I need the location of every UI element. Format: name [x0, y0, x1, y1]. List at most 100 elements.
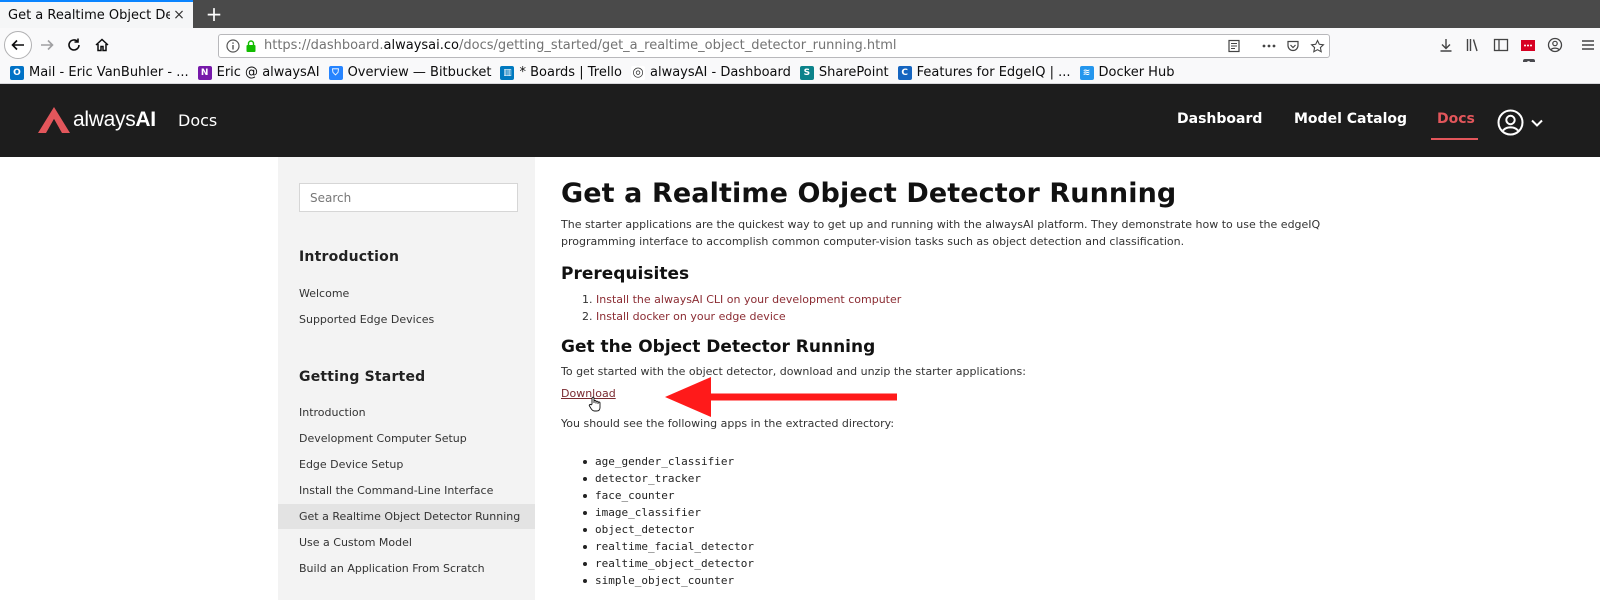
url-domain: alwaysai.co [383, 38, 459, 53]
site-header: alwaysAI Docs Dashboard Model Catalog Do… [0, 84, 1600, 157]
sidebar-item-edge-device-setup[interactable]: Edge Device Setup [278, 452, 535, 477]
page-title: Get a Realtime Object Detector Running [561, 178, 1177, 209]
app-list-item: detector_tracker [583, 470, 754, 487]
docs-content: Get a Realtime Object Detector Running T… [561, 157, 1321, 600]
account-icon[interactable] [1546, 36, 1564, 54]
app-list-item: image_classifier [583, 504, 754, 521]
prereq-item: 1. Install the alwaysAI CLI on your deve… [582, 291, 901, 308]
apps-intro: You should see the following apps in the… [561, 417, 895, 430]
reader-view-icon[interactable] [1226, 38, 1242, 54]
navigation-toolbar: https://dashboard.alwaysai.co/docs/getti… [0, 28, 1600, 70]
sidebar-item-supported-edge-devices[interactable]: Supported Edge Devices [278, 307, 535, 332]
alwaysai-logo[interactable]: alwaysAI [37, 106, 156, 134]
more-actions-icon[interactable] [1261, 38, 1277, 54]
reload-icon [68, 38, 80, 51]
tab-close-icon[interactable]: × [171, 7, 187, 23]
sharepoint-icon: S [799, 65, 814, 80]
bookmark-item[interactable]: ⛉ Overview — Bitbucket [328, 65, 492, 80]
globe-icon: ◎ [631, 65, 645, 80]
chevron-down-icon [1531, 119, 1543, 127]
home-icon [95, 38, 109, 52]
prerequisites-heading: Prerequisites [561, 264, 690, 284]
app-list-item: age_gender_classifier [583, 453, 754, 470]
back-arrow-icon [11, 39, 24, 51]
search-input[interactable] [299, 183, 518, 212]
library-icon[interactable] [1464, 36, 1482, 54]
sidebar-item-introduction[interactable]: Introduction [278, 400, 535, 425]
logo-wordmark: alwaysAI [73, 108, 156, 132]
bookmark-label: SharePoint [818, 65, 889, 80]
user-avatar-icon [1497, 109, 1524, 136]
section-heading-introduction: Introduction [299, 249, 400, 265]
app-list-item: face_counter [583, 487, 754, 504]
prereq-link-install-docker[interactable]: Install docker on your edge device [596, 310, 786, 323]
bookmark-item[interactable]: S SharePoint [799, 65, 889, 80]
bookmark-label: Mail - Eric VanBuhler - ... [29, 65, 189, 80]
bookmarks-toolbar: O Mail - Eric VanBuhler - ... N Eric @ alwa… [0, 62, 1600, 84]
back-button[interactable] [4, 31, 32, 59]
sidebar-item-build-from-scratch[interactable]: Build an Application From Scratch [278, 556, 535, 581]
app-list-item: object_detector [583, 521, 754, 538]
docs-sidebar: Introduction Welcome Supported Edge Devi… [278, 157, 535, 600]
prereq-number: 1. [582, 293, 593, 306]
screen: Get a Realtime Object Detec × + https://… [0, 0, 1600, 600]
bookmark-label: * Boards | Trello [519, 65, 622, 80]
browser-tab[interactable]: Get a Realtime Object Detec × [0, 0, 193, 28]
bookmark-label: alwaysAI - Dashboard [650, 65, 791, 80]
bookmark-item[interactable]: ▥ * Boards | Trello [500, 65, 622, 80]
sidebar-toggle-icon[interactable] [1492, 36, 1510, 54]
pocket-icon[interactable] [1285, 38, 1301, 54]
bookmark-label: Eric @ alwaysAI [216, 65, 320, 80]
bookmark-item[interactable]: C Features for EdgeIQ | ... [897, 65, 1071, 80]
nav-active-indicator [1431, 138, 1478, 140]
bookmark-star-icon[interactable] [1309, 38, 1325, 54]
hand-cursor-icon [588, 396, 601, 412]
bookmark-label: Features for EdgeIQ | ... [916, 65, 1071, 80]
nav-docs[interactable]: Docs [1437, 111, 1475, 127]
forward-arrow-icon [41, 39, 54, 51]
app-list-item: simple_object_counter [583, 572, 754, 589]
sidebar-item-realtime-object-detector[interactable]: Get a Realtime Object Detector Running [278, 504, 535, 529]
url-text[interactable]: https://dashboard.alwaysai.co/docs/getti… [264, 38, 897, 53]
url-bar[interactable]: https://dashboard.alwaysai.co/docs/getti… [218, 34, 1330, 58]
header-docs-label[interactable]: Docs [178, 111, 217, 130]
tab-strip: Get a Realtime Object Detec × + [0, 0, 1600, 28]
intro-line-2: programming interface to accomplish comm… [561, 235, 1185, 248]
sidebar-item-development-computer-setup[interactable]: Development Computer Setup [278, 426, 535, 451]
nav-dashboard[interactable]: Dashboard [1177, 111, 1262, 127]
app-list-item: realtime_facial_detector [583, 538, 754, 555]
prerequisites-list: 1. Install the alwaysAI CLI on your deve… [582, 291, 901, 325]
tab-title: Get a Realtime Object Detec [8, 7, 170, 23]
running-heading: Get the Object Detector Running [561, 337, 876, 357]
hamburger-menu-icon[interactable] [1579, 36, 1597, 54]
forward-button[interactable] [34, 32, 60, 58]
bookmark-item[interactable]: N Eric @ alwaysAI [197, 65, 320, 80]
sidebar-item-welcome[interactable]: Welcome [278, 281, 535, 306]
reload-button[interactable] [61, 32, 87, 58]
bookmark-item[interactable]: O Mail - Eric VanBuhler - ... [10, 65, 189, 80]
sidebar-item-install-cli[interactable]: Install the Command-Line Interface [278, 478, 535, 503]
extension-icon[interactable] [1519, 36, 1537, 54]
prereq-link-install-cli[interactable]: Install the alwaysAI CLI on your develop… [596, 293, 901, 306]
info-icon[interactable] [225, 38, 241, 54]
downloads-icon[interactable] [1437, 36, 1455, 54]
annotation-arrow-icon [665, 377, 897, 417]
bookmark-label: Overview — Bitbucket [347, 65, 492, 80]
trello-icon: ▥ [500, 65, 515, 80]
user-menu[interactable] [1497, 109, 1544, 136]
prereq-number: 2. [582, 310, 593, 323]
bookmark-item[interactable]: ≋ Docker Hub [1079, 65, 1175, 80]
lock-icon[interactable] [243, 38, 259, 54]
intro-line-1: The starter applications are the quickes… [561, 218, 1321, 231]
new-tab-button[interactable]: + [202, 2, 226, 26]
section-heading-getting-started: Getting Started [299, 369, 426, 385]
bookmark-label: Docker Hub [1098, 65, 1175, 80]
logo-ai: AI [135, 108, 156, 131]
outlook-icon: O [10, 65, 24, 80]
logo-always: always [73, 108, 136, 131]
nav-model-catalog[interactable]: Model Catalog [1294, 111, 1407, 127]
bookmark-item[interactable]: ◎ alwaysAI - Dashboard [631, 65, 791, 80]
sidebar-item-custom-model[interactable]: Use a Custom Model [278, 530, 535, 555]
prereq-item: 2. Install docker on your edge device [582, 308, 901, 325]
home-button[interactable] [89, 32, 115, 58]
